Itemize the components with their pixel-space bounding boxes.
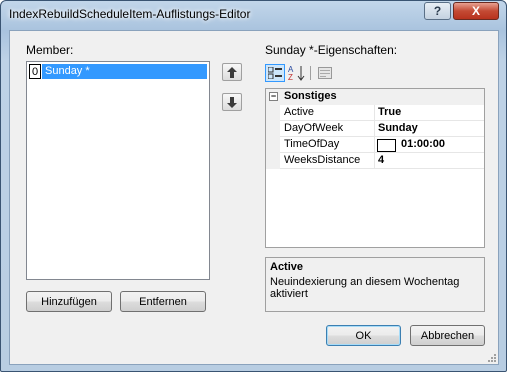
category-label: Sonstiges: [284, 90, 337, 102]
list-item-index: 0: [29, 64, 41, 79]
close-button[interactable]: X: [453, 2, 499, 20]
window-title: IndexRebuildScheduleItem-Auflistungs-Edi…: [9, 7, 251, 21]
property-name: Active: [284, 106, 314, 118]
categorized-icon: [268, 67, 282, 79]
row-divider: [280, 168, 484, 169]
members-label: Member:: [26, 43, 74, 57]
move-up-button[interactable]: [222, 63, 242, 81]
property-value[interactable]: 4: [378, 154, 384, 166]
arrow-down-icon: [227, 96, 237, 108]
property-pages-button[interactable]: [315, 64, 335, 82]
row-margin: [266, 153, 280, 169]
property-row[interactable]: DayOfWeek Sunday: [266, 121, 484, 137]
row-margin: [266, 121, 280, 137]
column-divider: [374, 121, 375, 137]
time-swatch: [377, 139, 396, 152]
resize-grip-icon[interactable]: [486, 352, 496, 362]
properties-label: Sunday *-Eigenschaften:: [265, 43, 398, 57]
category-row[interactable]: − Sonstiges: [266, 89, 484, 105]
column-divider: [374, 153, 375, 169]
dialog-client-area: Member: 0 Sunday * Hinzufügen Entfernen …: [9, 30, 499, 365]
property-pages-icon: [318, 67, 332, 79]
description-title: Active: [270, 261, 304, 273]
cancel-button[interactable]: Abbrechen: [410, 325, 485, 346]
dialog-window: IndexRebuildScheduleItem-Auflistungs-Edi…: [0, 0, 507, 372]
property-grid[interactable]: − Sonstiges Active True DayOfWeek Sunday: [265, 88, 485, 248]
alphabetical-button[interactable]: A Z: [287, 64, 307, 82]
title-bar[interactable]: IndexRebuildScheduleItem-Auflistungs-Edi…: [1, 1, 506, 27]
svg-text:Z: Z: [288, 73, 293, 81]
property-value[interactable]: True: [378, 106, 401, 118]
toolbar-separator: [310, 66, 311, 80]
row-margin: [266, 137, 280, 153]
property-row[interactable]: TimeOfDay 01:00:00: [266, 137, 484, 153]
list-item[interactable]: 0 Sunday *: [29, 64, 207, 79]
description-text: Neuindexierung an diesem Wochentag aktiv…: [270, 276, 460, 300]
column-divider: [374, 105, 375, 121]
add-button[interactable]: Hinzufügen: [26, 291, 112, 312]
remove-button[interactable]: Entfernen: [120, 291, 206, 312]
property-value[interactable]: Sunday: [378, 122, 418, 134]
column-divider: [374, 137, 375, 153]
members-listbox[interactable]: 0 Sunday *: [26, 61, 210, 280]
sort-alphabetical-icon: A Z: [288, 65, 305, 81]
move-down-button[interactable]: [222, 93, 242, 111]
property-row[interactable]: WeeksDistance 4: [266, 153, 484, 169]
description-panel: Active Neuindexierung an diesem Wochenta…: [265, 257, 485, 312]
arrow-up-icon: [227, 66, 237, 78]
help-button[interactable]: ?: [424, 2, 451, 20]
property-row[interactable]: Active True: [266, 105, 484, 121]
property-value[interactable]: 01:00:00: [401, 138, 445, 150]
list-item-label: Sunday *: [42, 64, 207, 79]
property-name: TimeOfDay: [284, 138, 340, 150]
category-header: − Sonstiges: [266, 89, 484, 105]
collapse-icon[interactable]: −: [269, 92, 278, 101]
property-name: DayOfWeek: [284, 122, 344, 134]
categorized-button[interactable]: [265, 64, 285, 82]
ok-button[interactable]: OK: [326, 325, 401, 346]
property-name: WeeksDistance: [284, 154, 361, 166]
row-margin: [266, 105, 280, 121]
